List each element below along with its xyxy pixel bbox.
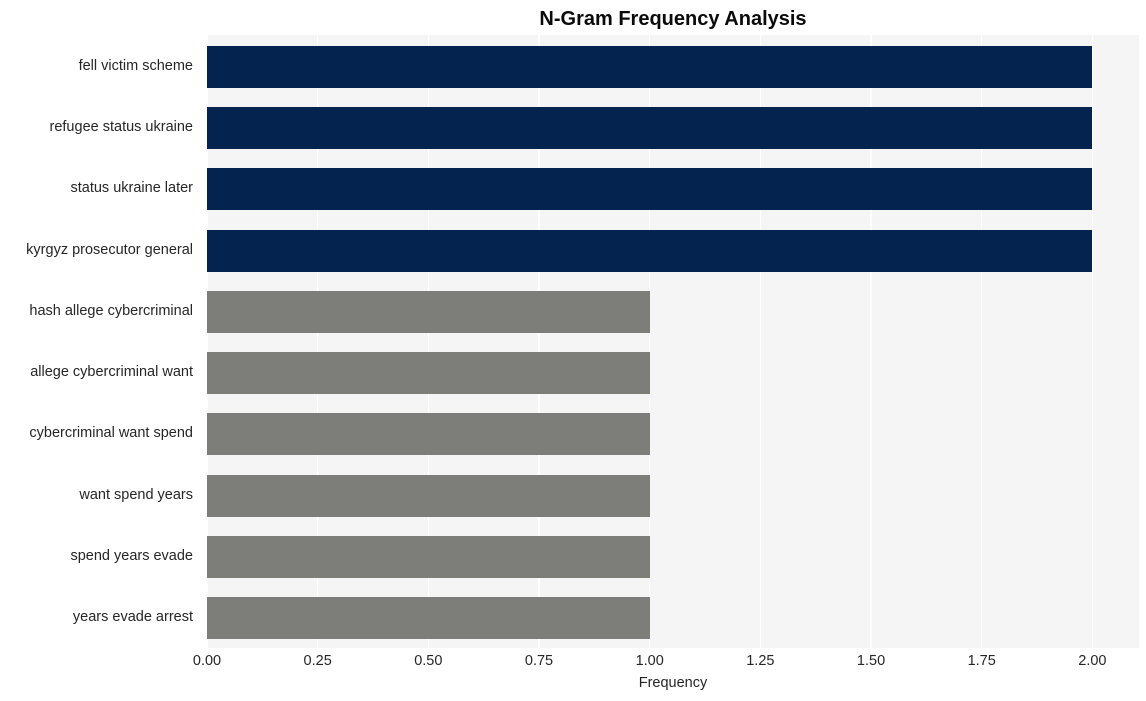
x-axis-tick-label: 0.25 bbox=[303, 653, 332, 669]
x-axis-tick-label: 0.75 bbox=[524, 653, 554, 669]
x-axis-tick-label: 0.50 bbox=[414, 653, 443, 669]
x-axis-tick-label: 0.00 bbox=[192, 653, 222, 669]
chart-figure: N-Gram Frequency Analysis fell victim sc… bbox=[0, 0, 1146, 701]
x-axis-tick-labels: 0.00 0.25 0.50 0.75 1.00 1.25 1.50 1.75 2.00 bbox=[0, 0, 1146, 701]
x-axis-tick-label: 2.00 bbox=[1078, 653, 1107, 669]
x-axis-tick-label: 1.00 bbox=[635, 653, 664, 669]
x-axis-tick-label: 1.25 bbox=[746, 653, 775, 669]
x-axis-tick-label: 1.75 bbox=[967, 653, 996, 669]
x-axis-title: Frequency bbox=[638, 675, 708, 691]
x-axis-tick-label: 1.50 bbox=[856, 653, 886, 669]
